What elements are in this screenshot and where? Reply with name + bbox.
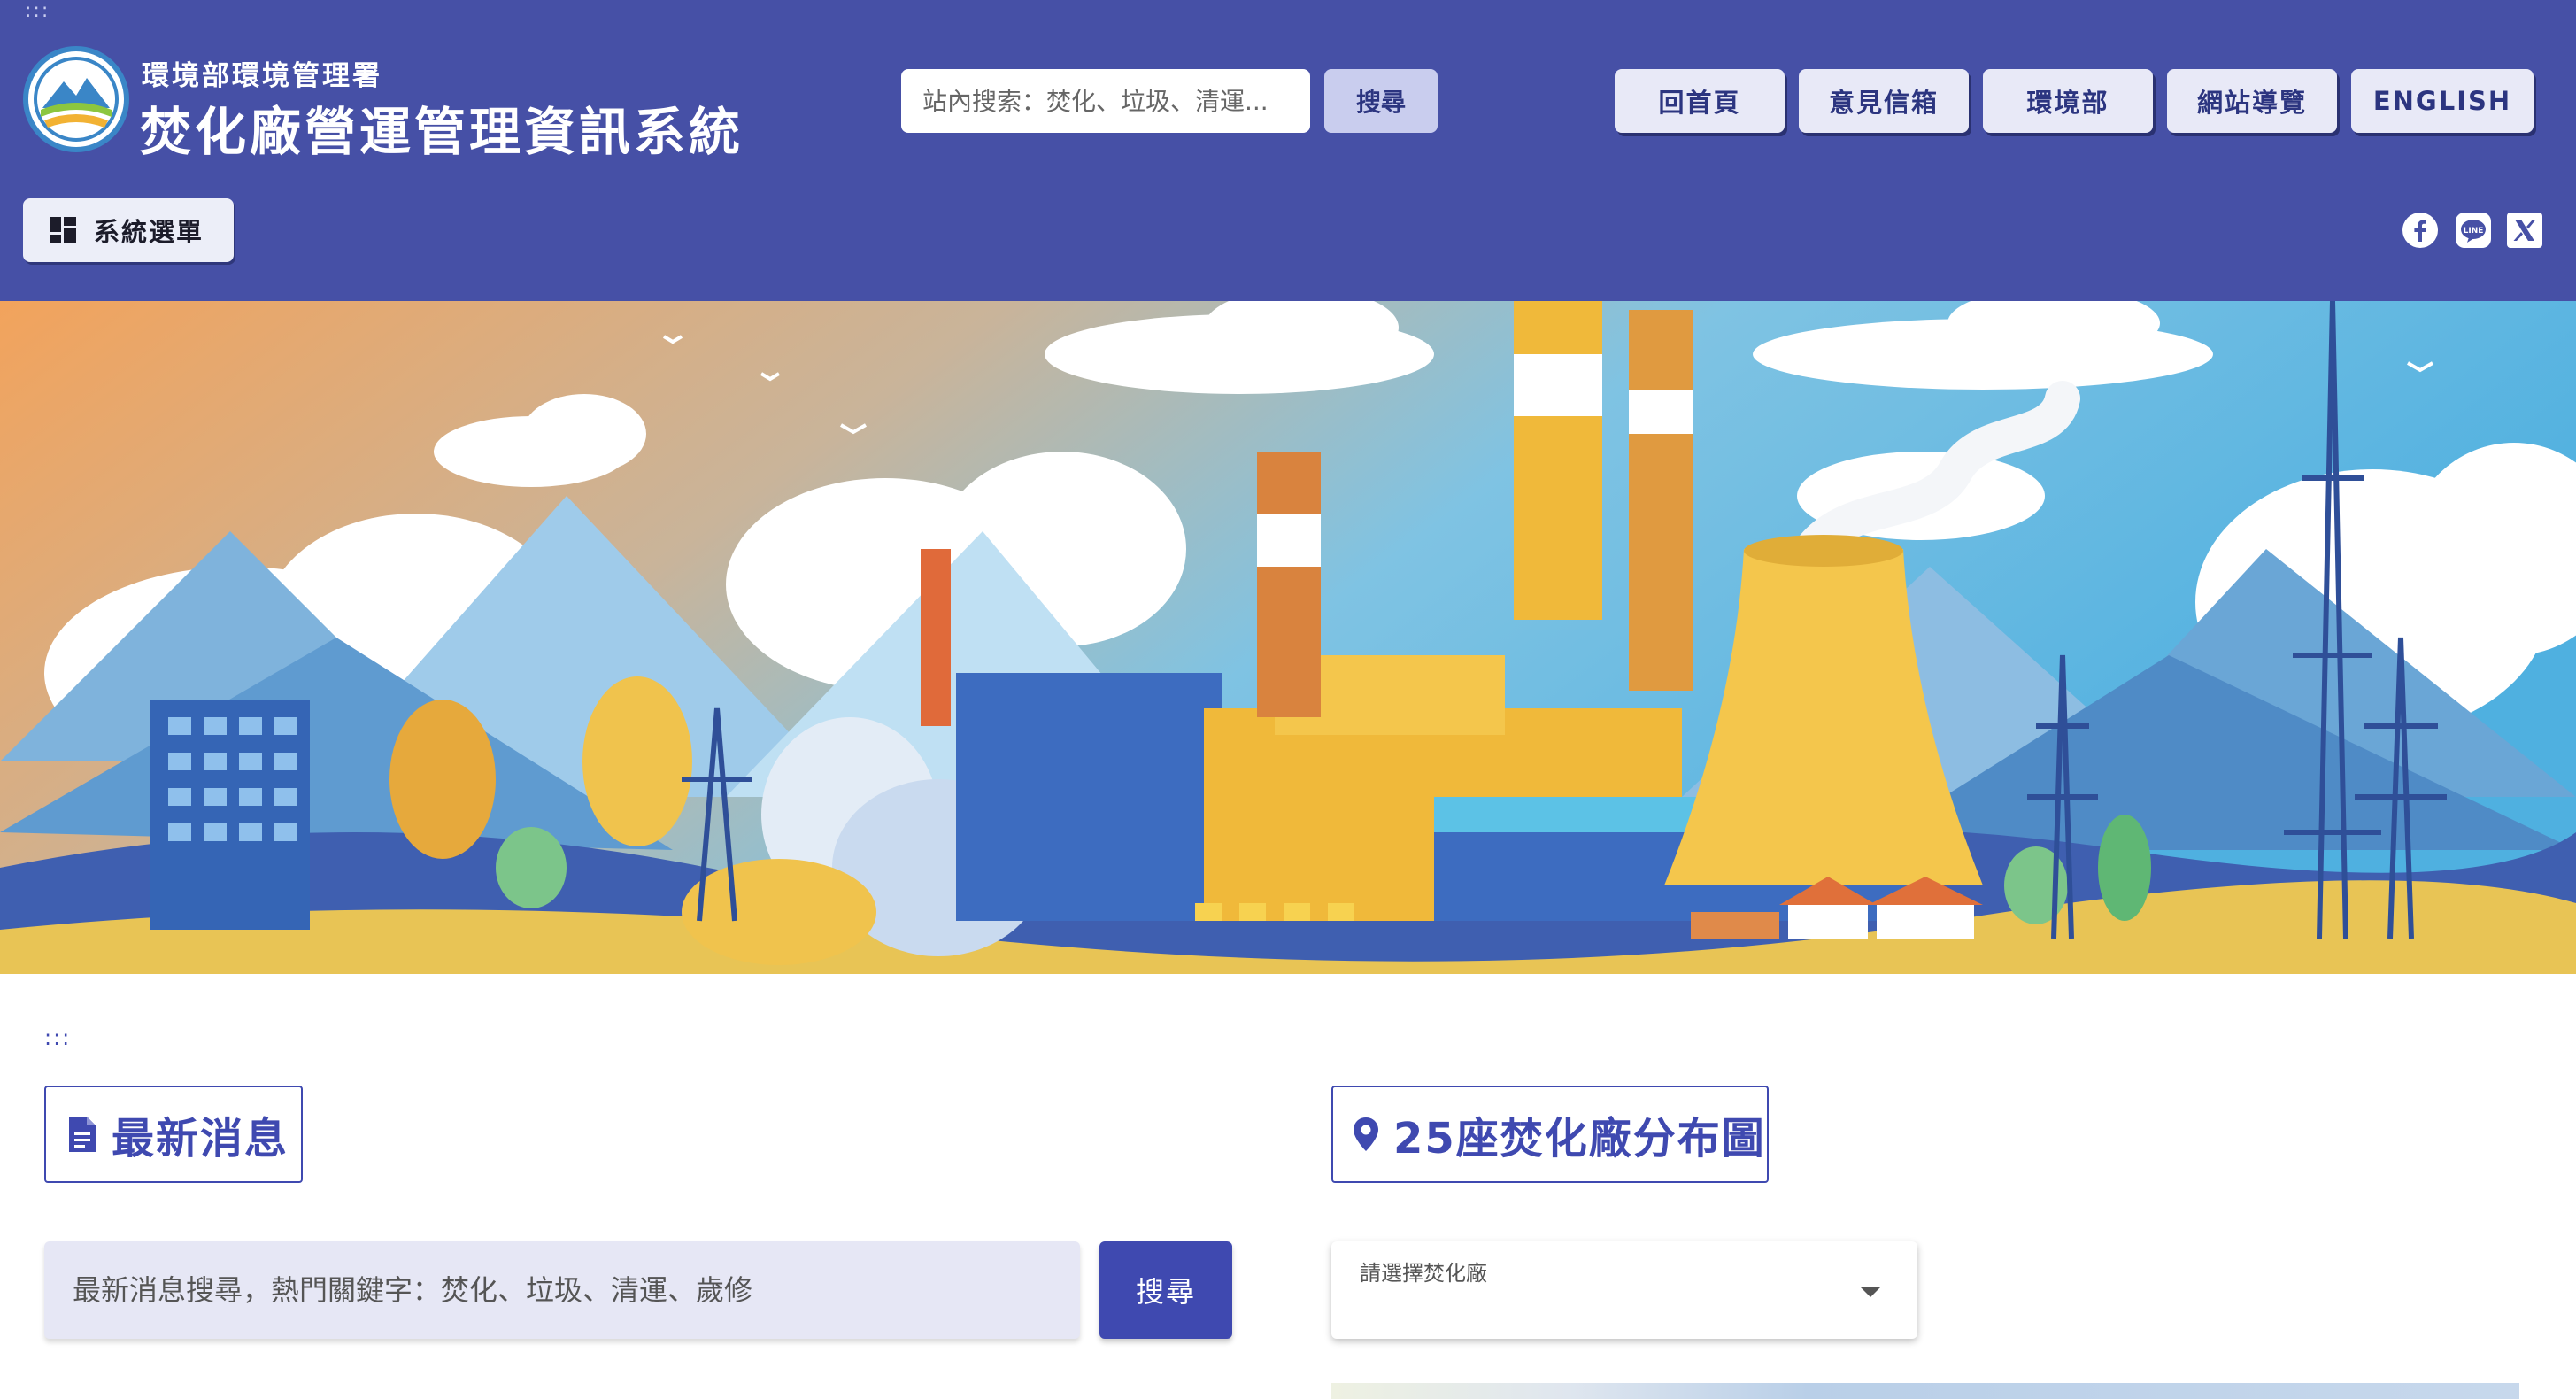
x-twitter-link[interactable] [2505, 211, 2544, 250]
skip-link-main[interactable]: ::: [44, 1025, 71, 1050]
incineration-plant-illustration [0, 301, 2576, 974]
news-section-title: 最新消息 [44, 1086, 303, 1183]
nav-home-button[interactable]: 回首頁 [1615, 69, 1785, 133]
system-menu-label: 系統選單 [94, 217, 204, 247]
agency-name: 環境部環境管理署 [142, 60, 382, 92]
chevron-down-icon [1861, 1287, 1880, 1297]
line-link[interactable]: LINE [2454, 211, 2493, 250]
map-section-title-text: 25座焚化廠分布圖 [1393, 1114, 1766, 1163]
site-search-button[interactable]: 搜尋 [1324, 69, 1438, 133]
agency-logo[interactable] [23, 46, 129, 152]
news-search-button[interactable]: 搜尋 [1099, 1241, 1232, 1339]
line-icon-text: LINE [2464, 227, 2484, 236]
nav-sitemap-button[interactable]: 網站導覽 [2167, 69, 2337, 133]
facebook-icon [2402, 213, 2438, 248]
dashboard-grid-icon [50, 217, 76, 243]
agency-emblem-icon [30, 53, 122, 145]
x-twitter-icon [2507, 213, 2542, 248]
system-title[interactable]: 焚化廠營運管理資訊系統 [140, 90, 744, 165]
document-icon [69, 1117, 96, 1152]
map-section-title: 25座焚化廠分布圖 [1331, 1086, 1769, 1183]
news-section-title-text: 最新消息 [112, 1114, 289, 1163]
nav-english-button[interactable]: ENGLISH [2351, 69, 2534, 133]
facebook-link[interactable] [2401, 211, 2440, 250]
nav-feedback-button[interactable]: 意見信箱 [1799, 69, 1969, 133]
line-icon: LINE [2456, 213, 2491, 248]
skip-link-top[interactable]: ::: [25, 0, 50, 22]
system-menu-button[interactable]: 系統選單 [23, 198, 234, 262]
incinerator-select-label: 請選擇焚化廠 [1360, 1261, 1487, 1286]
site-header: ::: 環境部環境管理署 焚化廠營運管理資訊系統 搜尋 回首頁 意見信箱 環境部… [0, 0, 2576, 301]
location-pin-icon [1354, 1117, 1378, 1151]
news-search-input[interactable] [44, 1241, 1080, 1339]
incinerator-select[interactable]: 請選擇焚化廠 [1331, 1241, 1917, 1339]
site-search-input[interactable] [901, 69, 1310, 133]
hero-banner [0, 301, 2576, 974]
nav-moenv-button[interactable]: 環境部 [1983, 69, 2153, 133]
incinerator-distribution-map[interactable] [1331, 1383, 2519, 1399]
